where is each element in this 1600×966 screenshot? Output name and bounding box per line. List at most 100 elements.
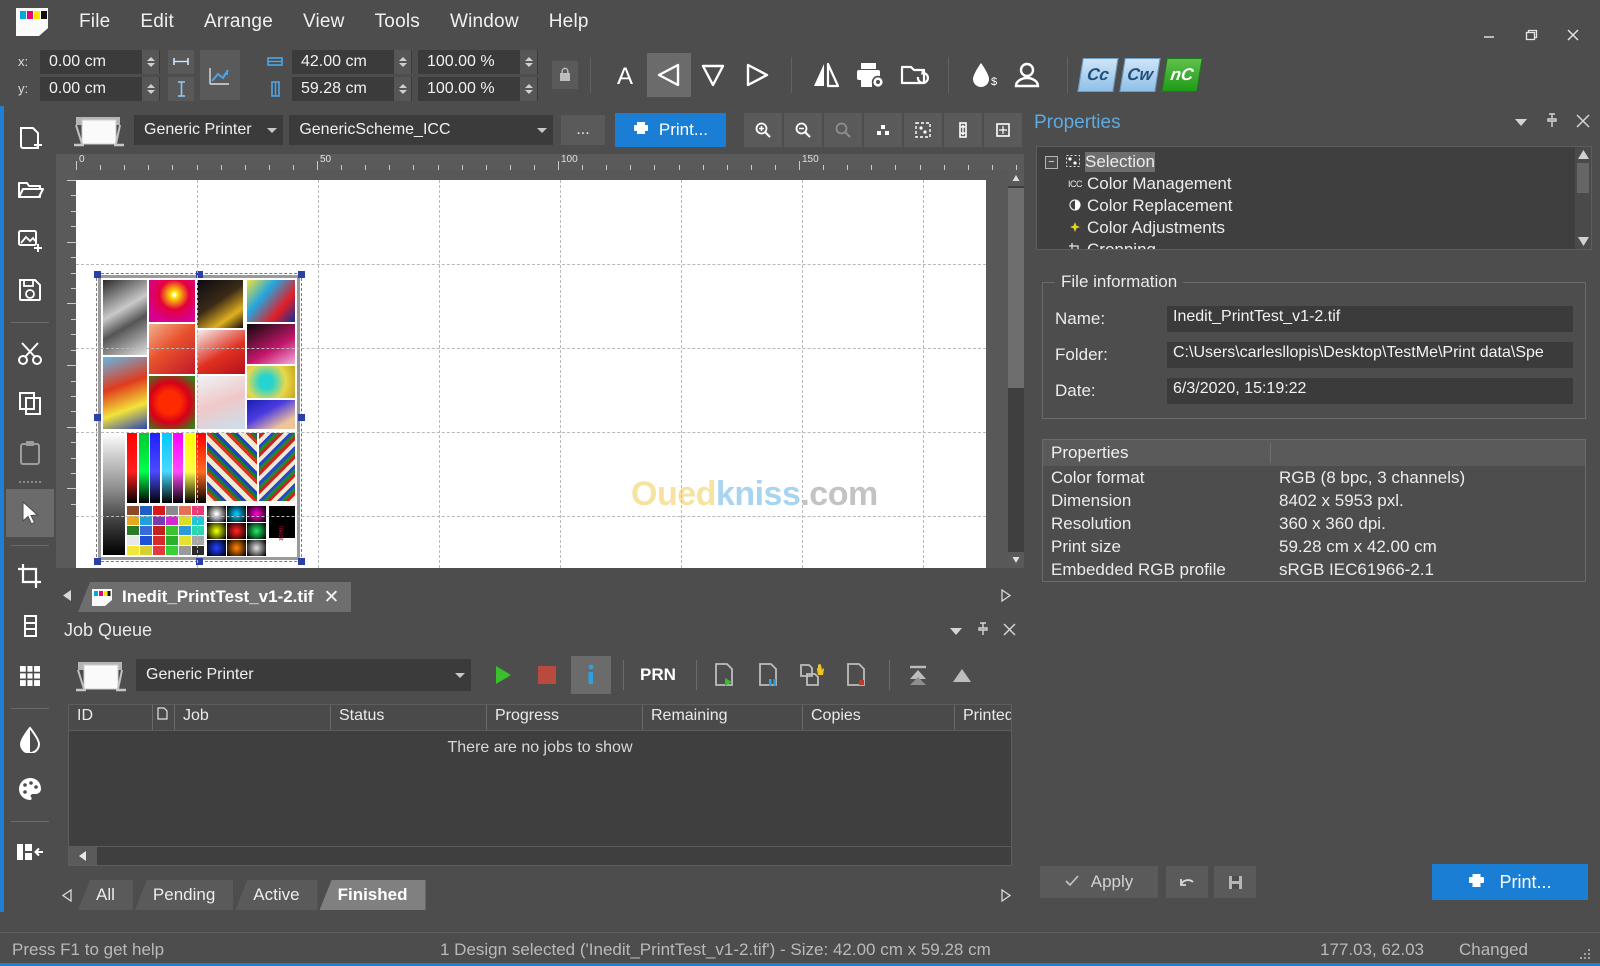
menu-view[interactable]: View [288,7,360,37]
prn-button[interactable]: PRN [632,656,684,694]
job-tab-finished[interactable]: Finished [320,880,426,910]
job-queue-printer-select[interactable]: Generic Printer [136,659,471,691]
delete-job-icon[interactable] [837,656,877,694]
mirror-icon[interactable] [804,53,848,97]
x-input[interactable]: 0.00 cm [40,50,160,74]
zoom-fit-icon[interactable] [864,113,902,147]
menu-tools[interactable]: Tools [360,7,435,37]
collapse-panel-icon[interactable] [6,828,54,876]
column-status[interactable]: Status [331,705,487,730]
job-tab-pending[interactable]: Pending [135,880,233,910]
apply-button[interactable]: Apply [1040,866,1158,898]
scroll-left-icon[interactable] [69,847,97,865]
save-icon[interactable] [6,266,54,314]
scroll-up-icon[interactable] [1008,170,1024,186]
width-scale-input[interactable]: 100.00 % [418,50,538,74]
tree-scroll-thumb[interactable] [1577,163,1589,193]
canvas-area[interactable]: Ouedkniss.com Inedit [76,170,1008,568]
print-button[interactable]: Print... [615,113,726,147]
document-tab[interactable]: Inedit_PrintTest_v1-2.tif ✕ [78,582,351,612]
user-icon[interactable] [1005,53,1049,97]
job-info-icon[interactable] [571,656,611,694]
scroll-up-icon[interactable] [1575,147,1591,159]
column-copies[interactable]: Copies [803,705,955,730]
rotate-90-icon[interactable] [647,53,691,97]
chevron-down-icon[interactable] [1514,114,1528,132]
pin-icon[interactable] [977,622,989,641]
width-scale-stepper[interactable] [520,50,537,74]
job-queue-hscrollbar[interactable] [68,846,1012,866]
column-doc-icon[interactable] [153,705,175,730]
resize-handle-tr[interactable] [298,271,305,278]
more-options-button[interactable]: ... [561,115,605,145]
pause-job-icon[interactable] [749,656,789,694]
pin-icon[interactable] [1546,113,1558,133]
close-icon[interactable] [1576,114,1590,133]
placed-image[interactable]: Inedit [98,275,300,560]
menu-arrange[interactable]: Arrange [189,7,288,37]
cut-icon[interactable] [6,329,54,377]
stop-job-icon[interactable] [527,656,567,694]
y-input[interactable]: 0.00 cm [40,77,160,101]
rotate-270-icon[interactable] [735,53,779,97]
zoom-out-icon[interactable] [784,113,822,147]
height-scale-input[interactable]: 100.00 % [418,77,538,101]
job-tab-active[interactable]: Active [235,880,317,910]
resize-handle-br[interactable] [298,558,305,565]
collapse-toggle-icon[interactable]: − [1045,156,1058,169]
resize-handle-tl[interactable] [94,271,101,278]
chevron-down-icon[interactable] [949,623,963,641]
hold-job-icon[interactable] [793,656,833,694]
file-name-value[interactable]: Inedit_PrintTest_v1-2.tif [1167,306,1573,332]
align-horizontal-icon[interactable] [168,50,194,74]
cc-button[interactable]: Cc [1077,58,1118,92]
column-printed[interactable]: Printed [955,705,1011,730]
horizontal-ruler[interactable]: 050100150 [56,154,1024,170]
start-job-icon[interactable] [483,656,523,694]
crop-tool-icon[interactable] [6,552,54,600]
vertical-ruler[interactable] [56,170,76,568]
printer-settings-icon[interactable] [848,53,892,97]
nesting-icon[interactable] [200,50,240,100]
zoom-selection-icon[interactable] [904,113,942,147]
scroll-down-icon[interactable] [1575,237,1591,246]
y-stepper[interactable] [142,77,159,101]
rotate-0-icon[interactable]: A [603,53,647,97]
resize-handle-ml[interactable] [94,414,101,421]
ink-cost-icon[interactable]: $ [961,53,1005,97]
tree-item-color-replacement[interactable]: Color Replacement [1037,195,1591,217]
rotate-180-icon[interactable] [691,53,735,97]
width-input[interactable]: 42.00 cm [292,50,412,74]
menu-edit[interactable]: Edit [125,7,189,37]
lock-icon[interactable] [552,61,578,89]
close-icon[interactable]: ✕ [323,586,339,609]
file-folder-value[interactable]: C:\Users\carlesllopis\Desktop\TestMe\Pri… [1167,342,1573,368]
page-sheet[interactable]: Ouedkniss.com Inedit [76,180,986,568]
zoom-reset-icon[interactable] [824,113,862,147]
x-stepper[interactable] [142,50,159,74]
copy-icon[interactable] [6,379,54,427]
menu-file[interactable]: File [64,7,125,37]
menu-window[interactable]: Window [435,7,534,37]
resize-handle-bl[interactable] [94,558,101,565]
tree-item-cropping[interactable]: Cropping [1037,239,1591,250]
zoom-page-icon[interactable] [984,113,1022,147]
new-document-icon[interactable] [6,116,54,164]
paste-icon[interactable] [6,429,54,477]
height-stepper[interactable] [394,77,411,101]
height-input[interactable]: 59.28 cm [292,77,412,101]
move-up-icon[interactable] [942,656,982,694]
scroll-down-icon[interactable] [1008,552,1024,568]
file-date-value[interactable]: 6/3/2020, 15:19:22 [1167,378,1573,404]
width-stepper[interactable] [394,50,411,74]
printer-select[interactable]: Generic Printer [134,115,283,145]
save-settings-button[interactable] [1214,866,1256,898]
properties-tree[interactable]: − Selection ICC Color Management Color R… [1036,146,1592,250]
column-remaining[interactable]: Remaining [643,705,803,730]
resume-job-icon[interactable] [705,656,745,694]
resize-grip-icon[interactable] [1578,946,1592,960]
resize-handle-mr[interactable] [298,414,305,421]
zoom-height-icon[interactable] [944,113,982,147]
select-tool-icon[interactable] [6,489,54,537]
properties-tree-scrollbar[interactable] [1575,147,1591,249]
